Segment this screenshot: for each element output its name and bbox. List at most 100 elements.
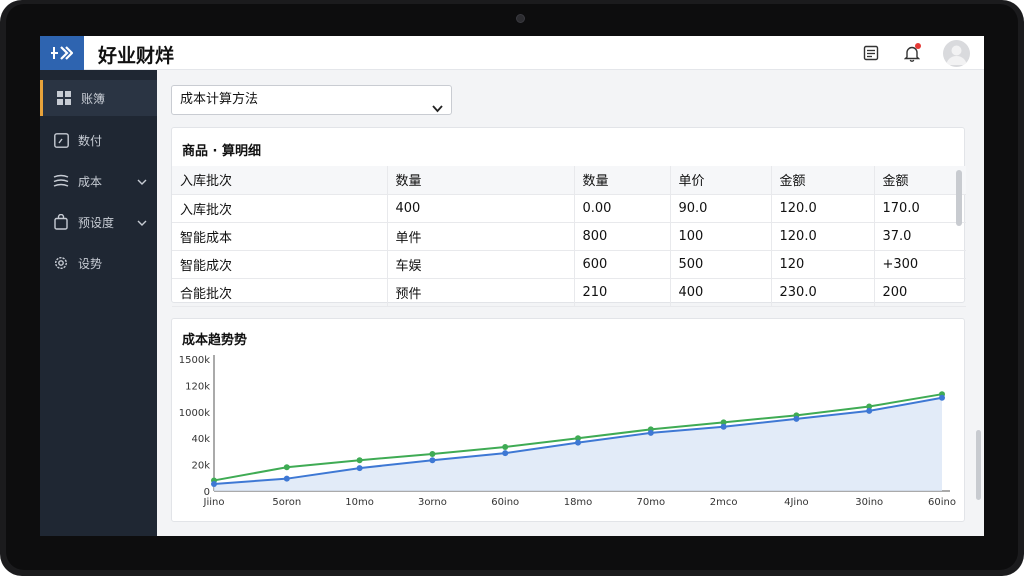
detail-table-title: 商品 · 算明细 (182, 144, 261, 159)
gear-icon (52, 254, 70, 272)
sidebar-item-label: 数付 (78, 133, 103, 148)
x-tick-label: 10mo (345, 497, 374, 508)
x-tick-label: 60ino (928, 497, 956, 508)
table-cell: 车娱 (386, 250, 574, 279)
grid-icon (55, 89, 73, 107)
table-cell: 400 (669, 278, 771, 307)
bell-icon[interactable] (901, 42, 923, 64)
table-cell: 智能成本 (172, 222, 387, 251)
data-point (575, 439, 581, 446)
table-cell: 智能成次 (172, 250, 387, 279)
table-cell: 230.0 (770, 278, 874, 307)
stack-icon (52, 172, 70, 190)
sidebar-item-ledger[interactable]: 账簿 (40, 80, 157, 116)
table-header-row: 入库批次 数量 数量 单价 金额 金额 (172, 166, 966, 195)
sidebar-item-settings[interactable]: 设势 (40, 245, 157, 281)
logo-icon[interactable] (40, 36, 84, 70)
app-screen: 好业财烊 账簿 数付 成本 预设度 设势 成本计算方法 商品 · 算明细 入库批… (40, 36, 984, 536)
column-header[interactable]: 数量 (386, 166, 574, 195)
x-tick-label: 3orno (418, 497, 447, 508)
data-point (356, 457, 363, 464)
table-cell: 600 (573, 250, 670, 279)
table-cell: +300 (873, 250, 966, 279)
table-cell: 37.0 (873, 222, 966, 251)
table-cell: 400 (386, 194, 574, 223)
sidebar-item-label: 预设度 (78, 215, 115, 230)
x-tick-label: 2mco (710, 497, 738, 508)
data-point (647, 429, 654, 436)
x-tick-label: Jiino (203, 497, 225, 508)
sidebar-item-label: 账簿 (81, 91, 106, 106)
column-header[interactable]: 入库批次 (172, 166, 387, 195)
x-tick-label: 70mo (637, 497, 666, 508)
x-tick-label: 30ino (855, 497, 883, 508)
sidebar-item-budget[interactable]: 预设度 (40, 204, 157, 240)
y-tick-label: 120k (185, 381, 210, 392)
x-tick-label: 4Jino (784, 497, 809, 508)
table-row[interactable]: 合能批次 预件 210 400 230.0 200 (172, 278, 966, 307)
chevron-down-icon (432, 96, 443, 124)
table-row[interactable]: 智能成本 单件 800 100 120.0 37.0 (172, 222, 966, 251)
tablet-frame: 好业财烊 账簿 数付 成本 预设度 设势 成本计算方法 商品 · 算明细 入库批… (0, 0, 1024, 576)
table-row[interactable]: 智能成次 车娱 600 500 120 +300 (172, 250, 966, 279)
column-header[interactable]: 单价 (669, 166, 771, 195)
data-point (720, 423, 727, 430)
column-header[interactable]: 金额 (873, 166, 966, 195)
table-cell: 100 (669, 222, 771, 251)
y-tick-label: 1000k (179, 408, 210, 419)
data-point (429, 457, 436, 464)
sidebar-item-cost[interactable]: 成本 (40, 163, 157, 199)
trend-chart-card: 成本趋势势 0 20k 40k 1000k 120k 1500k Jiino 5oron 10m… (171, 318, 965, 522)
chevron-down-icon (137, 216, 147, 230)
sidebar-item-data[interactable]: 数付 (40, 122, 157, 158)
document-list-icon[interactable] (860, 42, 882, 64)
x-tick-label: 18mo (564, 497, 593, 508)
y-tick-label: 20k (191, 461, 210, 472)
cost-method-select[interactable]: 成本计算方法 (171, 85, 452, 115)
table-cell: 入库批次 (172, 194, 387, 223)
column-header[interactable]: 数量 (573, 166, 670, 195)
sidebar: 账簿 数付 成本 预设度 设势 (40, 70, 157, 536)
table-cell: 0.00 (573, 194, 670, 223)
chevron-down-icon (137, 175, 147, 189)
data-point (793, 415, 800, 422)
table-cell: 单件 (386, 222, 574, 251)
table-cell: 120 (770, 250, 874, 279)
trend-chart: 020k40k1000k120k1500kJiino 5oron 10mo 3orno… (179, 355, 956, 508)
table-cell: 90.0 (669, 194, 771, 223)
table-row[interactable]: 入库批次 400 0.00 90.0 120.0 170.0 (172, 194, 966, 223)
x-tick-label: 60ino (491, 497, 519, 508)
x-tick-label: 5oron (272, 497, 301, 508)
avatar[interactable] (943, 40, 970, 67)
column-header[interactable]: 金额 (770, 166, 874, 195)
front-camera (516, 14, 525, 23)
data-point (502, 450, 509, 457)
data-point (939, 394, 945, 401)
data-point (356, 465, 363, 472)
data-point (283, 464, 290, 471)
detail-table-card: 商品 · 算明细 入库批次 数量 数量 单价 金额 金额 入库批次 400 0.… (171, 127, 966, 307)
data-point (211, 480, 217, 487)
cost-method-value: 成本计算方法 (180, 92, 259, 107)
data-point (502, 444, 509, 450)
table-cell: 120.0 (770, 222, 874, 251)
table-cell: 210 (573, 278, 670, 307)
y-tick-label: 1500k (179, 355, 210, 366)
data-point (429, 451, 436, 458)
bag-icon (52, 213, 70, 231)
data-point (866, 407, 873, 414)
page-scrollbar[interactable] (976, 430, 981, 500)
sidebar-item-label: 设势 (78, 256, 103, 271)
chart-box-icon (52, 131, 70, 149)
table-cell: 170.0 (873, 194, 966, 223)
table-cell: 800 (573, 222, 670, 251)
top-header: 好业财烊 (40, 36, 984, 70)
notification-dot (915, 43, 921, 49)
table-scrollbar[interactable] (956, 170, 962, 226)
table-cell: 200 (873, 278, 966, 307)
table-cell: 120.0 (770, 194, 874, 223)
table-cell: 预件 (386, 278, 574, 307)
sidebar-item-label: 成本 (78, 174, 103, 189)
app-title: 好业财烊 (98, 45, 175, 67)
y-tick-label: 40k (191, 434, 210, 445)
